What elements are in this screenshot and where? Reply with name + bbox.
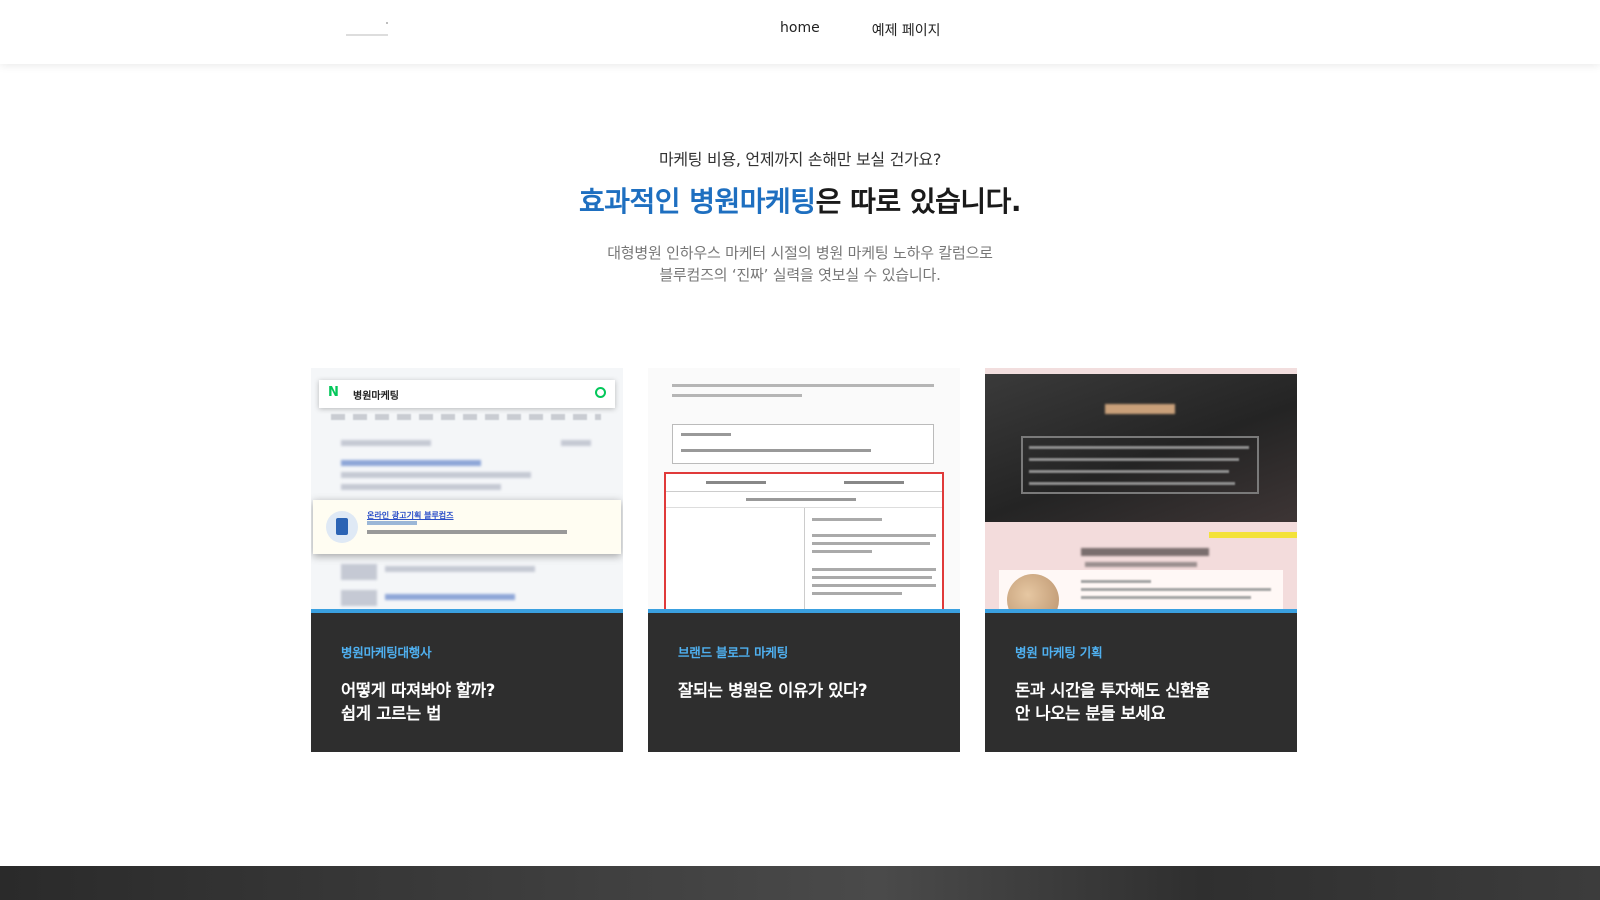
thumb-blur-line [341, 472, 531, 478]
hero-title: 효과적인 병원마케팅은 따로 있습니다. [0, 180, 1600, 220]
site-header: home 예제 페이지 [0, 0, 1600, 64]
thumb-text-line [1081, 596, 1251, 599]
thumb-highlight [1209, 532, 1297, 538]
thumb-box-line [681, 449, 871, 452]
thumb-text-line [672, 394, 802, 397]
thumb-blur-image [341, 590, 377, 606]
thumb-ad-desc [367, 530, 567, 534]
hero-title-accent: 효과적인 병원마케팅 [578, 185, 816, 218]
thumb-text-line [672, 384, 934, 387]
phone-icon [326, 511, 358, 543]
thumb-box-line [681, 433, 731, 436]
card-thumbnail: N 병원마케팅 온라인 광고기획 블루컴즈 [311, 368, 623, 613]
card-body: 병원마케팅대행사 어떻게 따져봐야 할까? 쉽게 고르는 법 [311, 613, 623, 725]
thumb-dark-banner [985, 374, 1297, 522]
thumb-text-line [812, 534, 936, 537]
search-icon [595, 387, 606, 398]
thumb-text-line [1081, 588, 1271, 591]
card-thumbnail [985, 368, 1297, 613]
thumb-check-line [1029, 446, 1249, 449]
hero-pretitle: 마케팅 비용, 언제까지 손해만 보실 건가요? [658, 150, 942, 169]
thumb-checklist-frame [1021, 436, 1259, 494]
thumb-search-query: 병원마케팅 [353, 391, 399, 402]
column-card[interactable]: N 병원마케팅 온라인 광고기획 블루컴즈 병원마케팅대행사 어떻게 따져봐야 … [311, 368, 623, 752]
column-card-list: N 병원마케팅 온라인 광고기획 블루컴즈 병원마케팅대행사 어떻게 따져봐야 … [311, 368, 1297, 752]
thumb-ad-title: 온라인 광고기획 블루컴즈 [367, 511, 454, 520]
thumb-compare-table [664, 472, 944, 609]
thumb-text-line [812, 592, 902, 595]
hero-desc-line2: 블루컴즈의 ‘진짜’ 실력을 엿보실 수 있습니다. [659, 266, 941, 284]
thumb-pink-section [985, 522, 1297, 609]
thumb-blur-line [341, 440, 431, 446]
thumb-section-heading [1081, 548, 1209, 556]
thumb-check-line [1029, 482, 1235, 485]
card-title-line1: 잘되는 병원은 이유가 있다? [678, 681, 868, 700]
thumb-header-cell [844, 481, 904, 484]
thumb-text-line [1081, 580, 1151, 583]
thumb-text-line [812, 568, 936, 571]
hero-desc-line1: 대형병원 인하우스 마케터 시절의 병원 마케팅 노하우 칼럼으로 [607, 244, 993, 262]
card-title: 어떻게 따져봐야 할까? 쉽게 고르는 법 [341, 679, 593, 725]
thumb-blur-image [341, 564, 377, 580]
card-body: 병원 마케팅 기획 돈과 시간을 투자해도 신환율 안 나오는 분들 보세요 [985, 613, 1297, 725]
card-title-line2: 쉽게 고르는 법 [341, 704, 442, 723]
thumb-text-line [812, 518, 882, 521]
thumb-blur-line [561, 440, 591, 446]
thumb-text-line [812, 550, 872, 553]
thumb-header-cell [706, 481, 766, 484]
thumb-table-divider [804, 508, 805, 609]
thumb-text-line [812, 576, 932, 579]
site-logo[interactable] [346, 20, 392, 40]
thumb-blur-line [385, 566, 535, 572]
thumb-check-line [1029, 458, 1239, 461]
hero-section: 마케팅 비용, 언제까지 손해만 보실 건가요? 효과적인 병원마케팅은 따로 … [0, 146, 1600, 286]
thumb-search-tabs [331, 414, 601, 420]
thumb-keyword-box [672, 424, 934, 464]
thumb-section-subheading [1085, 562, 1197, 567]
card-category: 브랜드 블로그 마케팅 [678, 645, 789, 660]
thumb-text-line [812, 542, 930, 545]
next-section-banner [0, 866, 1600, 900]
thumb-blur-line [341, 484, 501, 490]
card-category: 병원 마케팅 기획 [1015, 645, 1103, 660]
naver-logo-icon: N [328, 385, 339, 400]
thumb-ad-url [367, 521, 417, 525]
logo-mark [386, 22, 388, 24]
thumb-search-bar: N 병원마케팅 [319, 380, 615, 408]
thumb-blur-line [385, 594, 515, 600]
main-nav: home 예제 페이지 [780, 20, 941, 40]
thumb-text-line [812, 584, 936, 587]
thumb-banner-heading [1105, 404, 1175, 414]
thumb-check-line [1029, 470, 1229, 473]
card-title-line1: 어떻게 따져봐야 할까? [341, 681, 496, 700]
card-title: 잘되는 병원은 이유가 있다? [678, 679, 930, 702]
card-title-line2: 안 나오는 분들 보세요 [1015, 704, 1166, 723]
hero-title-rest: 은 따로 있습니다. [815, 185, 1022, 218]
hero-description: 대형병원 인하우스 마케터 시절의 병원 마케팅 노하우 칼럼으로 블루컴즈의 … [0, 242, 1600, 286]
column-card[interactable]: 브랜드 블로그 마케팅 잘되는 병원은 이유가 있다? [648, 368, 960, 752]
thumb-blur-line [341, 460, 481, 466]
card-title: 돈과 시간을 투자해도 신환율 안 나오는 분들 보세요 [1015, 679, 1267, 725]
nav-home[interactable]: home [780, 20, 820, 40]
thumb-table-row [666, 492, 942, 508]
logo-text [346, 34, 388, 36]
card-category: 병원마케팅대행사 [341, 645, 432, 660]
card-body: 브랜드 블로그 마케팅 잘되는 병원은 이유가 있다? [648, 613, 960, 702]
column-card[interactable]: 병원 마케팅 기획 돈과 시간을 투자해도 신환율 안 나오는 분들 보세요 [985, 368, 1297, 752]
nav-example-page[interactable]: 예제 페이지 [872, 20, 941, 40]
thumb-ad-result: 온라인 광고기획 블루컴즈 [313, 500, 621, 554]
card-title-line1: 돈과 시간을 투자해도 신환율 [1015, 681, 1210, 700]
card-thumbnail [648, 368, 960, 613]
